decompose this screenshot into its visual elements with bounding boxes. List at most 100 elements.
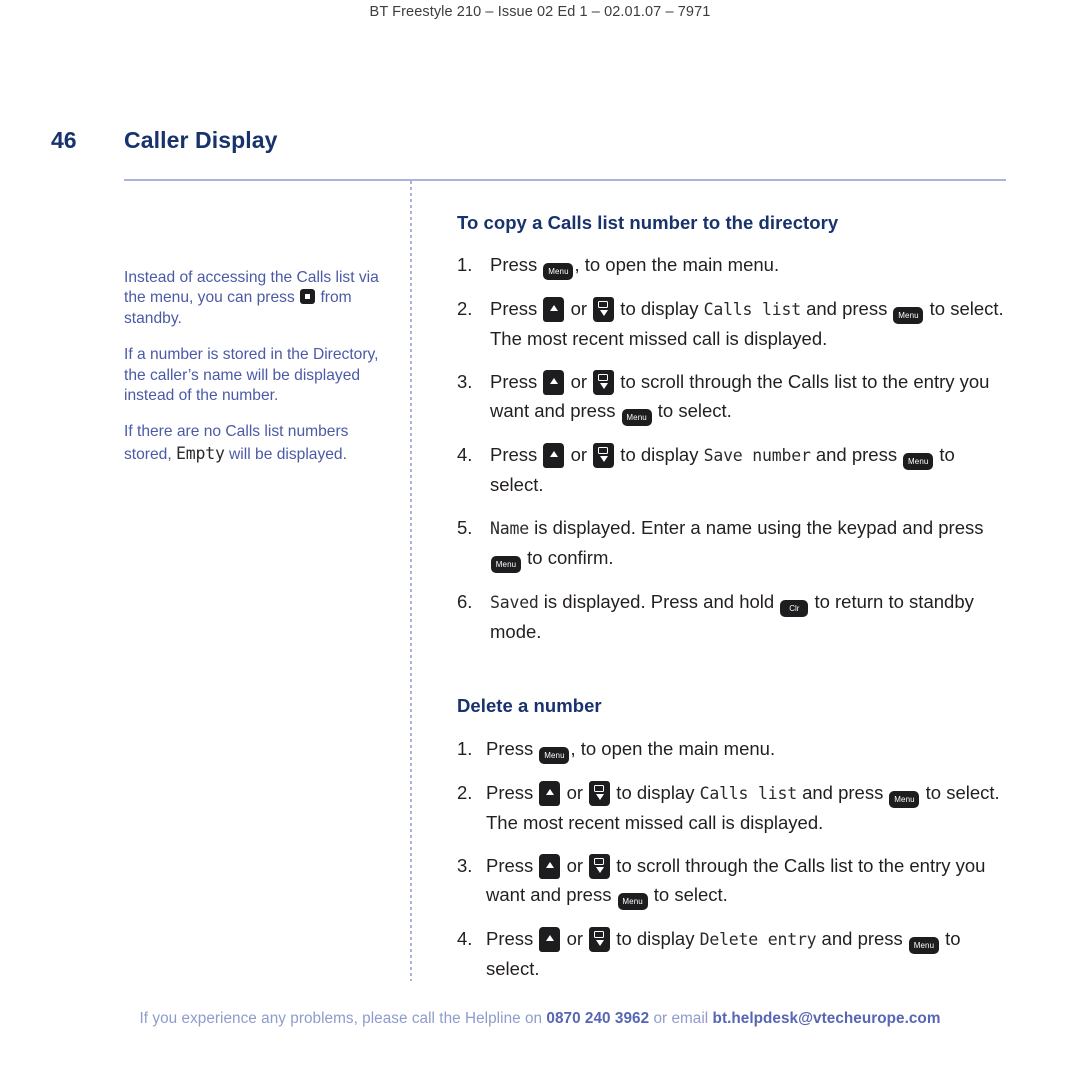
step-text: to select. xyxy=(648,883,728,905)
step-text: is displayed. Press and hold xyxy=(538,590,780,612)
triangle-up-icon xyxy=(545,861,554,868)
step-item: 3. Press or to scroll through the Calls l… xyxy=(457,367,1009,427)
up-arrow-key-icon xyxy=(543,370,565,396)
display-icon xyxy=(597,374,608,382)
step-text: and press xyxy=(816,927,908,949)
step-text: or xyxy=(561,854,589,876)
lcd-display-text: Calls list xyxy=(699,783,798,803)
step-text: , to open the main menu. xyxy=(570,737,776,759)
display-icon xyxy=(597,301,608,308)
step-text: and press xyxy=(796,781,889,803)
down-arrow-key-icon xyxy=(593,443,615,469)
instruction-section: Delete a number 1. Press Menu, to open the… xyxy=(457,695,1009,983)
up-arrow-key-icon xyxy=(543,443,565,469)
step-text: is displayed. Enter a name using the key… xyxy=(528,517,984,539)
steps-list: 1. Press Menu, to open the main menu. 2. Pr… xyxy=(457,734,1009,983)
menu-key-icon: Menu xyxy=(491,555,521,573)
lcd-display-text: Name xyxy=(490,519,529,539)
step-item: 4. Press or to display Delete entry and p… xyxy=(457,924,1009,983)
lcd-display-text: Delete entry xyxy=(699,929,817,949)
step-text: , to open the main menu. xyxy=(574,254,780,275)
page-number: 46 xyxy=(51,127,77,153)
menu-key-icon: Menu xyxy=(621,409,652,427)
triangle-down-icon xyxy=(599,383,608,390)
sidebar-note-text: will be displayed. xyxy=(229,445,347,463)
section-heading: To copy a Calls list number to the direc… xyxy=(457,212,839,233)
page-footer: If you experience any problems, please c… xyxy=(0,1010,1080,1028)
step-text: Press xyxy=(486,927,539,949)
triangle-up-icon xyxy=(545,934,554,941)
step-text: or xyxy=(565,444,593,466)
menu-key-icon: Menu xyxy=(543,263,574,280)
main-content: To copy a Calls list number to the direc… xyxy=(457,212,1009,983)
step-text: to display xyxy=(611,781,700,803)
triangle-down-icon xyxy=(599,310,608,316)
step-text: Press xyxy=(486,854,539,876)
vertical-divider xyxy=(410,181,412,981)
horizontal-divider xyxy=(124,179,1006,181)
step-text: or xyxy=(565,298,593,319)
step-number: 5. xyxy=(457,517,473,539)
triangle-up-icon xyxy=(549,378,558,385)
step-text: Press xyxy=(490,254,543,275)
step-text: and press xyxy=(810,444,903,466)
step-item: 2. Press or to display Calls list and pre… xyxy=(457,778,1009,837)
step-text: to display xyxy=(615,444,704,466)
step-number: 6. xyxy=(457,590,473,612)
step-text: Press xyxy=(486,737,539,759)
up-arrow-key-icon xyxy=(539,853,561,879)
triangle-down-icon xyxy=(595,793,604,800)
clear-key-icon: Clr xyxy=(780,599,809,617)
step-text: to display xyxy=(615,298,704,319)
sidebar-note: If a number is stored in the Directory, … xyxy=(124,345,392,407)
footer-lead-text: If you experience any problems, please c… xyxy=(139,1010,547,1027)
menu-key-icon: Menu xyxy=(908,936,939,954)
menu-key-icon: Menu xyxy=(539,746,570,764)
triangle-up-icon xyxy=(545,788,554,795)
display-icon xyxy=(597,447,608,455)
step-text: Press xyxy=(490,444,543,466)
footer-middle-text: or email xyxy=(649,1010,713,1027)
down-arrow-key-icon xyxy=(589,926,611,952)
menu-key-icon: Menu xyxy=(903,453,934,471)
step-number: 4. xyxy=(457,927,473,949)
sidebar-note: Instead of accessing the Calls list via … xyxy=(124,268,392,330)
step-text: Press xyxy=(490,371,543,393)
triangle-up-icon xyxy=(549,451,558,458)
step-text: and press xyxy=(800,298,893,319)
sidebar-note: If there are no Calls list numbers store… xyxy=(124,422,392,465)
step-number: 1. xyxy=(457,254,473,275)
up-arrow-key-icon xyxy=(539,780,561,806)
menu-key-icon: Menu xyxy=(889,790,920,808)
step-text: or xyxy=(561,927,589,949)
step-item: 4. Press or to display Save number and pr… xyxy=(457,440,1009,499)
lcd-display-text: Calls list xyxy=(703,300,802,319)
step-item: 1. Press Menu, to open the main menu. xyxy=(457,734,1009,764)
down-arrow-key-icon xyxy=(593,370,615,396)
step-text: Press xyxy=(486,781,539,803)
step-text: Press xyxy=(490,298,543,319)
up-arrow-key-icon xyxy=(543,297,565,322)
step-number: 4. xyxy=(457,444,473,466)
display-icon xyxy=(593,930,604,938)
triangle-down-icon xyxy=(595,866,604,873)
menu-key-icon: Menu xyxy=(617,892,648,910)
sidebar-notes: Instead of accessing the Calls list via … xyxy=(124,252,392,465)
down-arrow-key-icon xyxy=(589,853,611,879)
step-item: 6. Saved is displayed. Press and hold Clr… xyxy=(457,587,1009,646)
step-number: 3. xyxy=(457,371,473,393)
triangle-up-icon xyxy=(549,305,558,311)
down-arrow-key-icon xyxy=(589,780,611,806)
lcd-display-text: Save number xyxy=(703,446,811,466)
instruction-section: To copy a Calls list number to the direc… xyxy=(457,212,1009,646)
step-text: or xyxy=(565,371,593,393)
step-item: 2. Press or to display Calls list and pre… xyxy=(457,294,1009,353)
key-dot-icon xyxy=(305,294,311,300)
down-arrow-key-icon xyxy=(593,297,615,322)
step-text: or xyxy=(561,781,589,803)
step-item: 3. Press or to scroll through the Calls l… xyxy=(457,851,1009,910)
page-title: Caller Display xyxy=(124,127,278,153)
lcd-display-text: Empty xyxy=(176,443,225,463)
up-arrow-key-icon xyxy=(539,926,561,952)
sidebar-note-text: If a number is stored in the Directory, … xyxy=(124,345,379,405)
